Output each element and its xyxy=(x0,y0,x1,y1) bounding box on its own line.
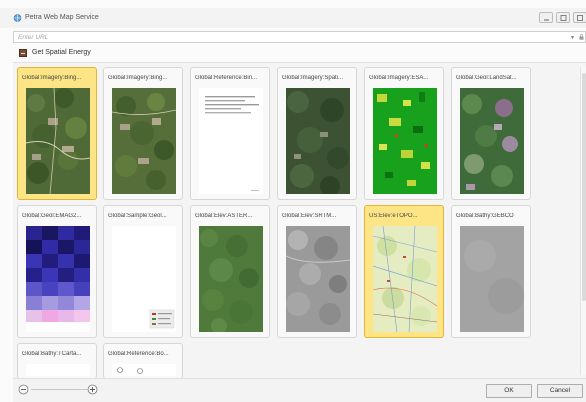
layer-card-label: Global:Imagery:Bing... xyxy=(22,75,82,81)
window-title: Petra Web Map Service xyxy=(25,14,99,21)
layer-card[interactable]: Global:Reference:Bin... xyxy=(190,67,270,200)
zoom-slider[interactable] xyxy=(31,389,87,390)
restore-button[interactable] xyxy=(573,12,586,23)
layer-card[interactable]: US:Elev:eTOPO... xyxy=(364,205,444,338)
cancel-button[interactable]: Cancel xyxy=(537,384,583,398)
layer-card-label: Global:Elev:SRTM... xyxy=(282,213,337,219)
layer-card-label: Global:Reference:Bin... xyxy=(195,75,258,81)
layer-card-label: Global:Imagery:ESA... xyxy=(369,75,429,81)
url-bar: ▼ xyxy=(13,31,586,43)
layer-card[interactable]: Global:Reference:Bo... xyxy=(103,343,183,378)
restore-icon xyxy=(577,15,583,21)
layer-thumbnail xyxy=(199,226,263,332)
layer-thumbnail xyxy=(460,226,524,332)
zoom-out-icon[interactable] xyxy=(18,384,29,395)
layer-card[interactable]: Global:Imagery:Bing... xyxy=(17,67,97,200)
layer-card[interactable]: Global:Geol:LandSat... xyxy=(451,67,531,200)
spatial-energy-icon xyxy=(19,49,27,57)
layer-thumbnail xyxy=(26,88,90,194)
layer-thumbnail xyxy=(286,226,350,332)
layer-thumbnail xyxy=(26,364,90,376)
zoom-in-icon[interactable] xyxy=(87,384,98,395)
layer-card[interactable]: Global:Elev:ASTER... xyxy=(190,205,270,338)
bottom-bar: OK Cancel xyxy=(13,378,586,402)
minimize-button[interactable] xyxy=(539,12,553,23)
maximize-button[interactable] xyxy=(556,12,570,23)
layer-card-label: Global:Reference:Bo... xyxy=(108,351,169,357)
layer-card[interactable]: Global:Sample:Geol... xyxy=(103,205,183,338)
lock-icon xyxy=(579,34,584,40)
layer-card-label: Global:Bathy:GEBCO xyxy=(456,213,514,219)
layer-card[interactable]: Global:Imagery:Spati... xyxy=(277,67,357,200)
layer-card[interactable]: Global:Geol:EMAG2... xyxy=(17,205,97,338)
layer-card[interactable]: Global:Bathy:TCarta... xyxy=(17,343,97,378)
maximize-icon xyxy=(560,15,567,21)
toolbar: Get Spatial Energy xyxy=(13,46,586,60)
layer-card[interactable]: Global:Elev:SRTM... xyxy=(277,205,357,338)
url-input[interactable] xyxy=(18,33,498,42)
layer-thumbnail xyxy=(286,88,350,194)
get-spatial-energy-button[interactable]: Get Spatial Energy xyxy=(32,49,91,56)
globe-app-icon xyxy=(13,14,22,22)
title-bar: Petra Web Map Service xyxy=(0,8,586,28)
minimize-icon xyxy=(544,19,549,21)
layer-card-label: Global:Imagery:Spati... xyxy=(282,75,344,81)
scrollbar-thumb[interactable] xyxy=(582,73,586,301)
layer-thumbnail xyxy=(373,226,437,332)
layer-card-label: Global:Imagery:Bing... xyxy=(108,75,168,81)
layer-thumbnail xyxy=(460,88,524,194)
layer-card-label: Global:Geol:EMAG2... xyxy=(22,213,82,219)
layer-card-label: Global:Elev:ASTER... xyxy=(195,213,253,219)
layer-gallery: Global:Imagery:Bing... Global:Imagery:Bi… xyxy=(13,62,586,378)
petra-wms-window: Petra Web Map Service ▼ Get Spatial Ener… xyxy=(0,0,586,402)
layer-thumbnail xyxy=(112,364,176,376)
layer-thumbnail xyxy=(199,88,263,194)
layer-card[interactable]: Global:Imagery:ESA... xyxy=(364,67,444,200)
layer-thumbnail xyxy=(112,88,176,194)
layer-card-label: Global:Sample:Geol... xyxy=(108,213,167,219)
layer-card[interactable]: Global:Bathy:GEBCO xyxy=(451,205,531,338)
layer-card-label: Global:Geol:LandSat... xyxy=(456,75,517,81)
layer-thumbnail xyxy=(26,226,90,332)
layer-card-label: US:Elev:eTOPO... xyxy=(369,213,418,219)
chevron-down-icon[interactable]: ▼ xyxy=(570,35,575,41)
layer-thumbnail xyxy=(112,226,176,332)
layer-card[interactable]: Global:Imagery:Bing... xyxy=(103,67,183,200)
vertical-scrollbar[interactable] xyxy=(580,67,586,375)
layer-card-label: Global:Bathy:TCarta... xyxy=(22,351,82,357)
layer-thumbnail xyxy=(373,88,437,194)
ok-button[interactable]: OK xyxy=(486,384,532,398)
